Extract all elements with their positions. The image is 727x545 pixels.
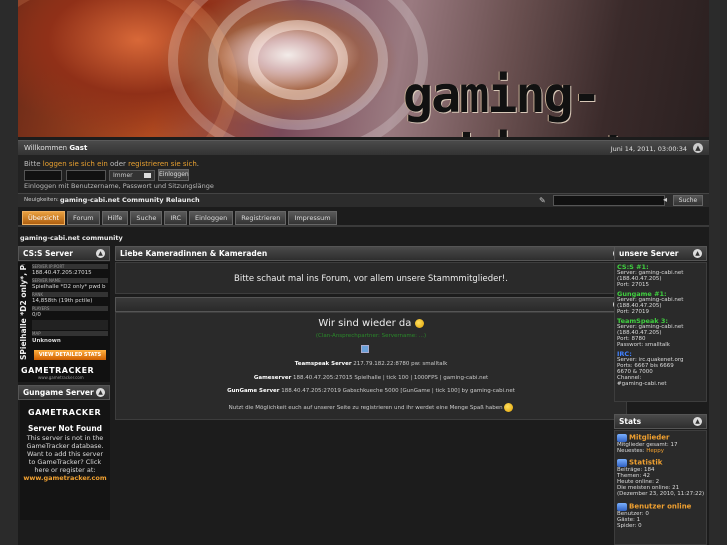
server-name-vertical: SPielhalle *D2 only*, Pu xyxy=(19,264,28,360)
collapse-icon[interactable]: ▲ xyxy=(693,143,703,153)
password-input[interactable] xyxy=(66,170,106,181)
welcome-bar: Willkommen Gast Juni 14, 2011, 03:00:34 … xyxy=(18,140,709,155)
css-gametracker-widget[interactable]: SPielhalle *D2 only*, Pu SERVER IP:PORT … xyxy=(18,262,110,382)
server-name: Spielhalle *D2 only* pwd b xyxy=(32,284,106,290)
main-nav: Übersicht Forum Hilfe Suche IRC Einloggen Regi… xyxy=(22,211,337,225)
banner-swirl xyxy=(18,0,238,137)
announcement-panel-header: Liebe Kameradinnen & Kameraden▲ xyxy=(115,246,627,261)
stats-content: Mitglieder Mitglieder gesamt: 17 Neueste… xyxy=(617,433,705,529)
nav-tab[interactable]: Einloggen xyxy=(189,211,234,225)
server-rank: 14,858th (19th pctile) xyxy=(32,298,93,304)
gameserver-line: Gameserver 188.40.47.205:27015 Spielhall… xyxy=(253,375,489,381)
register-invite: Nutzt die Möglichkeit euch auf unserer S… xyxy=(116,403,626,412)
nav-tab[interactable]: Hilfe xyxy=(101,211,129,225)
player-graph xyxy=(32,320,108,330)
nav-tab[interactable]: Impressum xyxy=(288,211,337,225)
news-panel-header: ▲ xyxy=(115,297,627,312)
news-subheading: (Clan-Ansprechpartner: Servername: ...) xyxy=(315,333,427,339)
server-map: Unknown xyxy=(32,338,61,344)
register-link[interactable]: registrieren sie sich xyxy=(128,160,197,168)
current-datetime: Juni 14, 2011, 03:00:34 xyxy=(610,145,687,153)
site-logo: gaming-cabi.net xyxy=(403,66,630,137)
collapse-icon[interactable]: ▲ xyxy=(96,249,105,258)
clear-icon[interactable]: ◂ xyxy=(663,195,667,204)
announcement-panel: Bitte schaut mal ins Forum, vor allem un… xyxy=(115,262,627,294)
nav-tab[interactable]: Suche xyxy=(130,211,163,225)
servers-panel-header: unsere Server ▲ xyxy=(614,246,707,261)
news-heading: Wir sind wieder da xyxy=(116,318,626,329)
server-list: CS:S #1: Server: gaming-cabi.net (188.40… xyxy=(617,263,684,387)
collapse-icon[interactable]: ▲ xyxy=(693,249,702,258)
teamspeak-line: Teamspeak Server 217.79.182.22:8780 pw: … xyxy=(294,361,448,367)
gametracker-logo: GAMETRACKER xyxy=(21,366,95,375)
login-link[interactable]: loggen sie sich ein xyxy=(43,160,108,168)
nav-divider xyxy=(18,225,709,227)
news-bar: Neuigkeiten: gaming-cabi.net Community R… xyxy=(18,193,709,207)
image-placeholder-icon xyxy=(361,345,369,353)
username-input[interactable] xyxy=(24,170,62,181)
banner-swirl xyxy=(248,20,348,100)
server-ip: 188.40.47.205:27015 xyxy=(32,270,92,276)
news-label: Neuigkeiten: xyxy=(24,197,59,203)
nav-tab[interactable]: Registrieren xyxy=(235,211,287,225)
gametracker-logo: GAMETRACKER xyxy=(28,408,102,417)
news-text: gaming-cabi.net Community Relaunch xyxy=(60,196,200,204)
gungame-line: GunGame Server 188.40.47.205:27019 Gabsc… xyxy=(227,388,515,394)
statistics-icon xyxy=(617,459,627,467)
nav-tab[interactable]: IRC xyxy=(164,211,188,225)
session-length-select[interactable]: Immer xyxy=(109,170,155,181)
nav-tab[interactable]: Übersicht xyxy=(22,211,65,225)
css-server-panel-header: CS:S Server ▲ xyxy=(18,246,110,261)
login-button[interactable]: Einloggen xyxy=(158,169,189,181)
nav-tab[interactable]: Forum xyxy=(67,211,100,225)
gametracker-url: www.gametracker.com xyxy=(38,375,84,380)
search-input[interactable] xyxy=(553,195,665,206)
login-hint: Einloggen mit Benutzername, Passwort und… xyxy=(24,182,214,190)
news-panel: Wir sind wieder da (Clan-Ansprechpartner… xyxy=(115,312,627,420)
collapse-icon[interactable]: ▲ xyxy=(693,417,702,426)
breadcrumb[interactable]: gaming-cabi.net community xyxy=(20,234,123,242)
login-area: Bitte loggen sie sich ein oder registrie… xyxy=(18,155,709,193)
members-link[interactable]: Mitglieder xyxy=(629,434,669,442)
site-banner[interactable]: gaming-cabi.net xyxy=(18,0,709,137)
search-icon: ✎ xyxy=(539,196,546,205)
smiley-icon xyxy=(414,318,424,328)
members-icon xyxy=(617,434,627,442)
not-found-message: This server is not in the GameTracker da… xyxy=(23,434,107,482)
users-online-link[interactable]: Benutzer online xyxy=(629,503,691,511)
view-stats-button[interactable]: VIEW DETAILED STATS xyxy=(34,350,106,360)
statistics-link[interactable]: Statistik xyxy=(629,459,662,467)
page-wrapper: gaming-cabi.net Willkommen Gast Juni 14,… xyxy=(18,0,709,545)
greeting: Willkommen Gast xyxy=(24,144,88,152)
newest-member-link[interactable]: Heppy xyxy=(646,448,664,454)
gungame-server-panel-header: Gungame Server ▲ xyxy=(18,385,110,400)
users-online-icon xyxy=(617,503,627,511)
stats-panel-header: Stats ▲ xyxy=(614,414,707,429)
server-players: 0/0 xyxy=(32,312,41,318)
checkbox-icon xyxy=(144,173,151,178)
gungame-gametracker-widget[interactable]: GAMETRACKER Server Not Found This server… xyxy=(20,400,110,520)
server-not-found: Server Not Found xyxy=(27,424,103,433)
announcement-text: Bitte schaut mal ins Forum, vor allem un… xyxy=(234,274,508,284)
smiley-icon xyxy=(504,403,514,412)
search-button[interactable]: Suche xyxy=(673,195,703,206)
collapse-icon[interactable]: ▲ xyxy=(96,388,105,397)
login-prompt: Bitte loggen sie sich ein oder registrie… xyxy=(24,160,200,168)
